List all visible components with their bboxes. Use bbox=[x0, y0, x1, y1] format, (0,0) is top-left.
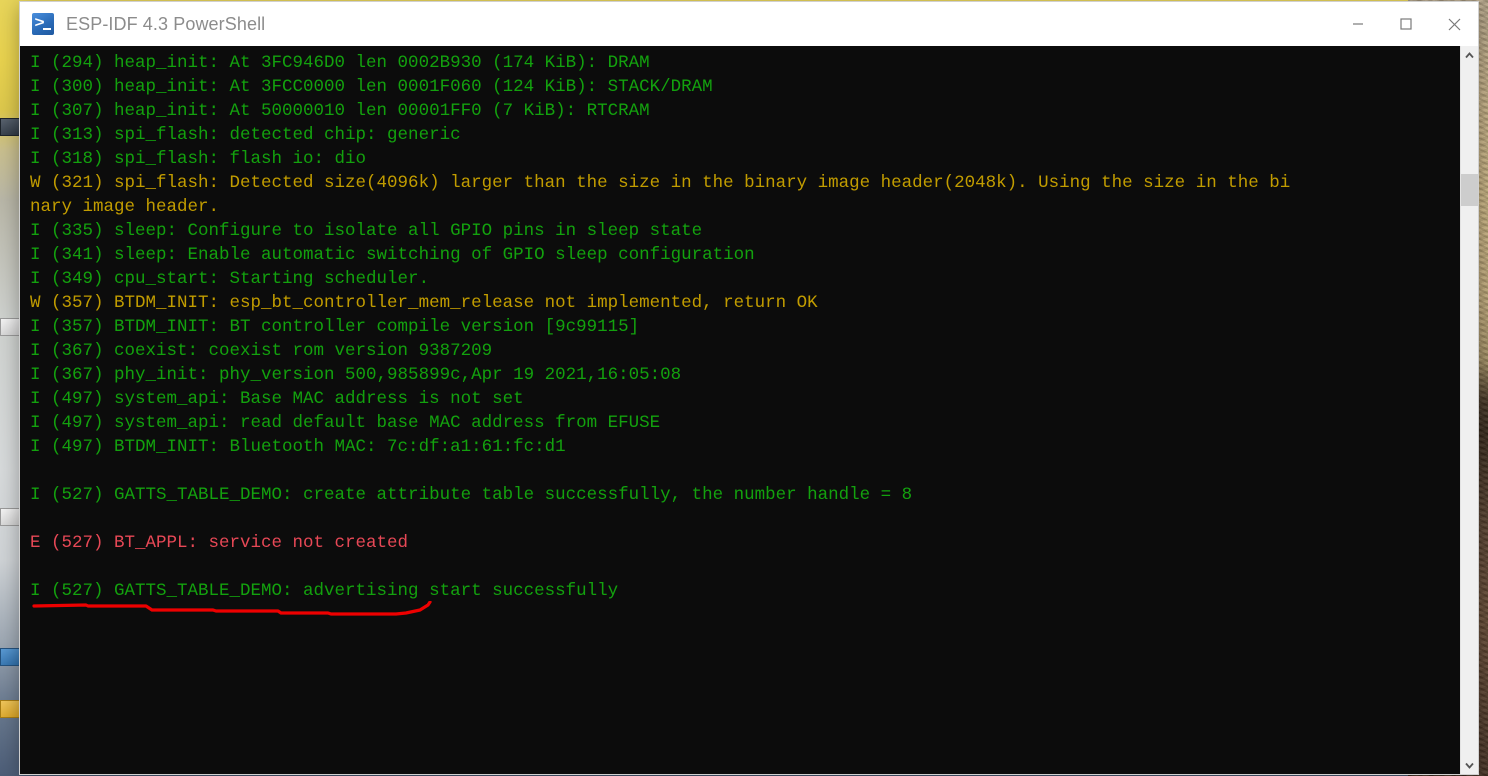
minimize-icon bbox=[1353, 23, 1363, 25]
scroll-up-button[interactable] bbox=[1461, 46, 1478, 64]
console-line: I (307) heap_init: At 50000010 len 00001… bbox=[30, 101, 650, 121]
console-line: I (367) coexist: coexist rom version 938… bbox=[30, 341, 493, 361]
desktop-icon-glyph bbox=[0, 508, 20, 526]
console-line: I (497) BTDM_INIT: Bluetooth MAC: 7c:df:… bbox=[30, 437, 566, 457]
desktop-icon-glyph bbox=[0, 118, 20, 136]
desktop-icon[interactable] bbox=[0, 700, 22, 719]
maximize-icon bbox=[1400, 18, 1412, 30]
console-line: I (497) system_api: read default base MA… bbox=[30, 413, 661, 433]
scroll-down-button[interactable] bbox=[1461, 756, 1478, 774]
maximize-button[interactable] bbox=[1382, 2, 1430, 46]
console-line: W (321) spi_flash: Detected size(4096k) … bbox=[30, 173, 1291, 193]
minimize-button[interactable] bbox=[1334, 2, 1382, 46]
desktop-icon[interactable] bbox=[0, 648, 22, 667]
desktop-icon-glyph bbox=[0, 648, 20, 666]
window-title: ESP-IDF 4.3 PowerShell bbox=[66, 13, 266, 34]
desktop-icon[interactable] bbox=[0, 118, 22, 137]
console-line: I (497) system_api: Base MAC address is … bbox=[30, 389, 524, 409]
console-line: I (367) phy_init: phy_version 500,985899… bbox=[30, 365, 682, 385]
console-line: I (318) spi_flash: flash io: dio bbox=[30, 149, 367, 169]
console-line: I (294) heap_init: At 3FC946D0 len 0002B… bbox=[30, 53, 650, 73]
console-line: I (527) GATTS_TABLE_DEMO: advertising st… bbox=[30, 581, 619, 601]
window-titlebar[interactable]: ESP-IDF 4.3 PowerShell bbox=[20, 2, 1478, 46]
desktop-icon-glyph bbox=[0, 318, 20, 336]
titlebar-left: ESP-IDF 4.3 PowerShell bbox=[20, 13, 1334, 35]
powershell-window: ESP-IDF 4.3 PowerShell bbox=[20, 2, 1478, 774]
handdrawn-underline-annotation bbox=[32, 601, 432, 616]
window-controls bbox=[1334, 2, 1478, 46]
scrollbar-thumb[interactable] bbox=[1461, 174, 1478, 206]
chevron-down-icon bbox=[1465, 762, 1474, 769]
close-icon bbox=[1448, 18, 1460, 30]
chevron-up-icon bbox=[1465, 51, 1474, 58]
console-line: I (335) sleep: Configure to isolate all … bbox=[30, 221, 703, 241]
desktop-icon-glyph bbox=[0, 700, 20, 718]
desktop-icon[interactable] bbox=[0, 318, 22, 337]
console-body: I (294) heap_init: At 3FC946D0 len 0002B… bbox=[20, 46, 1478, 774]
console-line: I (357) BTDM_INIT: BT controller compile… bbox=[30, 317, 640, 337]
console-line: I (527) GATTS_TABLE_DEMO: create attribu… bbox=[30, 485, 913, 505]
console-line: I (313) spi_flash: detected chip: generi… bbox=[30, 125, 461, 145]
desktop-icon[interactable] bbox=[0, 508, 22, 527]
scrollbar-track[interactable] bbox=[1461, 64, 1478, 756]
console-line: W (357) BTDM_INIT: esp_bt_controller_mem… bbox=[30, 293, 818, 313]
powershell-icon bbox=[32, 13, 54, 35]
console-output[interactable]: I (294) heap_init: At 3FC946D0 len 0002B… bbox=[20, 46, 1460, 774]
console-lines: I (294) heap_init: At 3FC946D0 len 0002B… bbox=[30, 51, 1460, 603]
vertical-scrollbar[interactable] bbox=[1460, 46, 1478, 774]
console-line: E (527) BT_APPL: service not created bbox=[30, 533, 409, 553]
console-line: I (341) sleep: Enable automatic switchin… bbox=[30, 245, 755, 265]
console-line: I (349) cpu_start: Starting scheduler. bbox=[30, 269, 430, 289]
console-line: nary image header. bbox=[30, 197, 220, 217]
console-line: I (300) heap_init: At 3FCC0000 len 0001F… bbox=[30, 77, 713, 97]
close-button[interactable] bbox=[1430, 2, 1478, 46]
